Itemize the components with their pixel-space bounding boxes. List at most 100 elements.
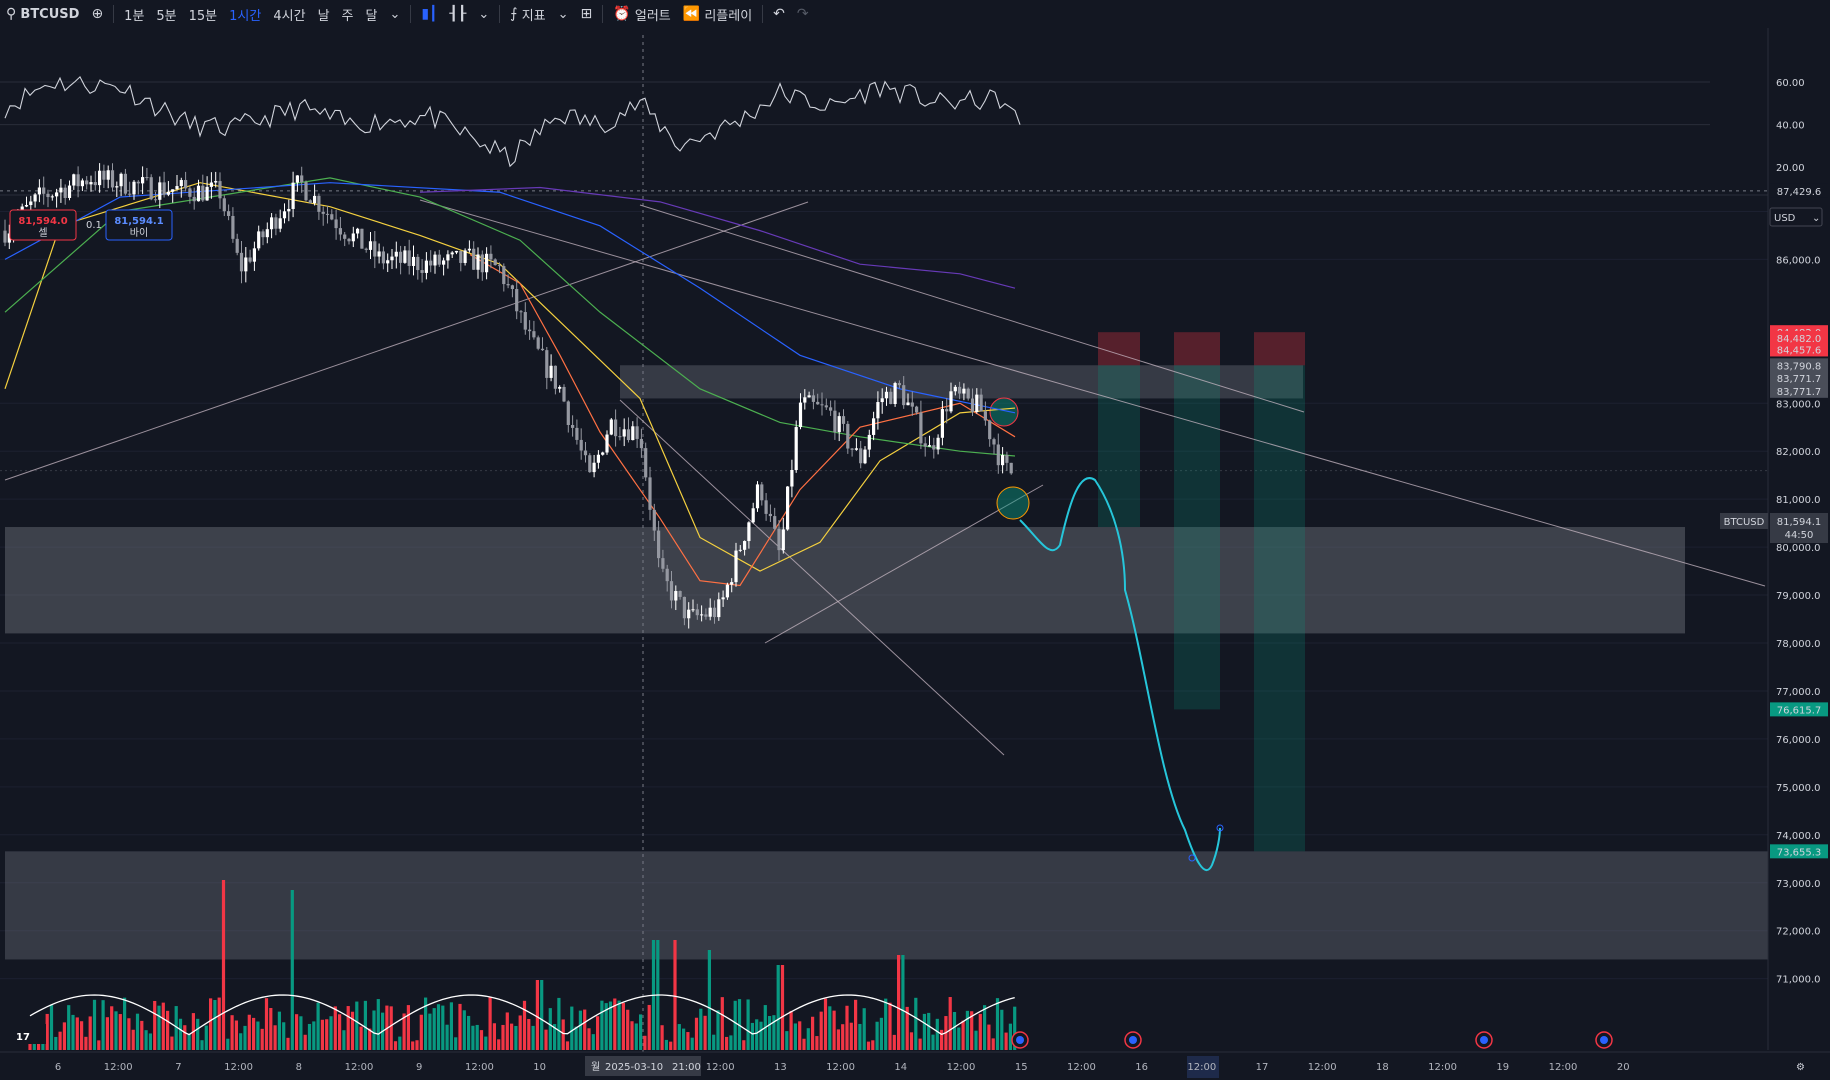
candle-body bbox=[218, 181, 222, 199]
volume-bar bbox=[720, 997, 724, 1050]
price-axis-label: 83,000.0 bbox=[1776, 399, 1821, 410]
time-axis-label: 14 bbox=[894, 1062, 907, 1073]
time-axis-label: 12:00 bbox=[1187, 1062, 1216, 1073]
candle-style-button[interactable]: ▮┃ bbox=[415, 0, 443, 28]
volume-bar bbox=[742, 1040, 746, 1050]
toolbar-divider bbox=[762, 5, 764, 23]
us-flag-icon bbox=[1480, 1036, 1488, 1044]
candle-body bbox=[618, 436, 622, 438]
candle-body bbox=[235, 238, 239, 253]
layout-templates-button[interactable]: ⊞ bbox=[575, 0, 599, 28]
currency-selector[interactable]: USD ⌄ bbox=[1769, 207, 1823, 227]
replay-button[interactable]: ⏪ 리플레이 bbox=[677, 0, 758, 28]
candle-body bbox=[222, 198, 226, 212]
indicators-button[interactable]: ⨍ 지표 bbox=[504, 0, 551, 28]
volume-bar bbox=[647, 1004, 651, 1050]
logo-text: 17 bbox=[16, 1032, 30, 1043]
candle-body bbox=[691, 609, 695, 611]
volume-bar bbox=[135, 1013, 140, 1050]
candle-body bbox=[730, 582, 734, 585]
candle-body bbox=[386, 260, 390, 264]
price-tag-label: 87,429.6 bbox=[1777, 187, 1822, 198]
timeframe-day-button[interactable]: 날 bbox=[312, 0, 336, 28]
symbol-search[interactable]: ⚲ BTCUSD bbox=[0, 0, 85, 28]
marker-circle bbox=[996, 486, 1030, 520]
indicators-dropdown[interactable]: ⌄ bbox=[552, 0, 575, 28]
candle-body bbox=[476, 254, 480, 270]
volume-bar bbox=[505, 1012, 509, 1050]
volume-bar bbox=[286, 1037, 290, 1050]
candle-body bbox=[940, 409, 944, 438]
chart-style-dropdown[interactable]: ⌄ bbox=[472, 0, 495, 28]
time-axis-label: 8 bbox=[296, 1062, 302, 1073]
timeframe-15m-button[interactable]: 15분 bbox=[183, 0, 224, 28]
candle-body bbox=[988, 420, 992, 440]
volume-bar bbox=[1004, 1032, 1008, 1050]
candle-body bbox=[829, 407, 833, 411]
volume-bar bbox=[669, 1041, 673, 1050]
candle-body bbox=[622, 429, 626, 437]
candle-body bbox=[433, 254, 437, 266]
timeframe-dropdown[interactable]: ⌄ bbox=[383, 0, 406, 28]
candle-body bbox=[411, 256, 416, 266]
timeframe-1h-button[interactable]: 1시간 bbox=[223, 0, 267, 28]
candle-body bbox=[291, 182, 295, 209]
candle-body bbox=[308, 200, 312, 204]
timeframe-month-button[interactable]: 달 bbox=[360, 0, 384, 28]
time-scale[interactable]: 612:00712:00812:00912:001012:001212:0013… bbox=[0, 1051, 1830, 1080]
undo-button[interactable]: ↶ bbox=[767, 0, 791, 28]
volume-bar bbox=[484, 1036, 488, 1050]
candle-body bbox=[609, 419, 613, 435]
timeframe-5m-button[interactable]: 5분 bbox=[150, 0, 182, 28]
candle-body bbox=[777, 528, 781, 551]
volume-bar bbox=[260, 1028, 264, 1050]
chart-canvas[interactable]: 81,594.0 셀 0.1 81,594.1 바이 60.00 40.00 20.… bbox=[0, 28, 1830, 1080]
candle-body bbox=[334, 219, 338, 229]
candle-body bbox=[846, 423, 850, 449]
candle-body bbox=[489, 253, 493, 260]
settings-gear-icon[interactable]: ⚙ bbox=[1796, 1062, 1805, 1073]
price-axis-label: 72,000.0 bbox=[1776, 927, 1821, 938]
candle-body bbox=[936, 437, 940, 450]
volume-bar bbox=[144, 1030, 148, 1050]
candle-body bbox=[295, 175, 299, 183]
candle-body bbox=[949, 391, 953, 412]
volume-bar bbox=[200, 1040, 204, 1050]
candle-body bbox=[1009, 462, 1013, 474]
volume-bar bbox=[909, 1032, 914, 1050]
volume-bar bbox=[871, 1040, 875, 1050]
volume-bar bbox=[419, 1014, 423, 1050]
bar-style-button[interactable]: ┨┠ bbox=[444, 0, 473, 28]
currency-label: USD bbox=[1774, 213, 1796, 224]
alert-button[interactable]: ⏰ 얼러트 bbox=[607, 0, 676, 28]
timeframe-week-button[interactable]: 주 bbox=[336, 0, 360, 28]
volume-bar bbox=[234, 1020, 238, 1050]
grid-icon: ⊞ bbox=[580, 6, 593, 22]
candle-body bbox=[588, 455, 592, 473]
candle-body bbox=[996, 444, 1000, 466]
volume-bar bbox=[677, 1024, 681, 1050]
buy-box[interactable]: 81,594.1 바이 bbox=[105, 209, 173, 241]
alarm-clock-icon: ⏰ bbox=[613, 6, 631, 22]
price-tag-label: 83,771.7 bbox=[1777, 374, 1822, 385]
timeframe-label: 15분 bbox=[188, 8, 218, 24]
redo-button[interactable]: ↷ bbox=[791, 0, 815, 28]
volume-bar bbox=[264, 998, 269, 1050]
compare-symbol-button[interactable]: ⊕ bbox=[85, 0, 109, 28]
timeframe-4h-button[interactable]: 4시간 bbox=[267, 0, 311, 28]
volume-bar bbox=[458, 1003, 462, 1050]
tradingview-logo[interactable]: 17 bbox=[12, 1024, 46, 1044]
candle-body bbox=[179, 180, 183, 187]
candle-body bbox=[450, 252, 454, 255]
candle-body bbox=[442, 260, 446, 265]
timeframe-1m-button[interactable]: 1분 bbox=[118, 0, 150, 28]
volume-bar bbox=[806, 1028, 810, 1050]
volume-bar bbox=[307, 1023, 312, 1050]
candle-body bbox=[910, 402, 914, 407]
candle-body bbox=[55, 192, 59, 197]
sell-box[interactable]: 81,594.0 셀 bbox=[9, 209, 77, 241]
candle-body bbox=[102, 170, 106, 180]
volume-bar bbox=[854, 999, 858, 1050]
candle-body bbox=[261, 231, 265, 238]
volume-bar bbox=[230, 1015, 234, 1050]
